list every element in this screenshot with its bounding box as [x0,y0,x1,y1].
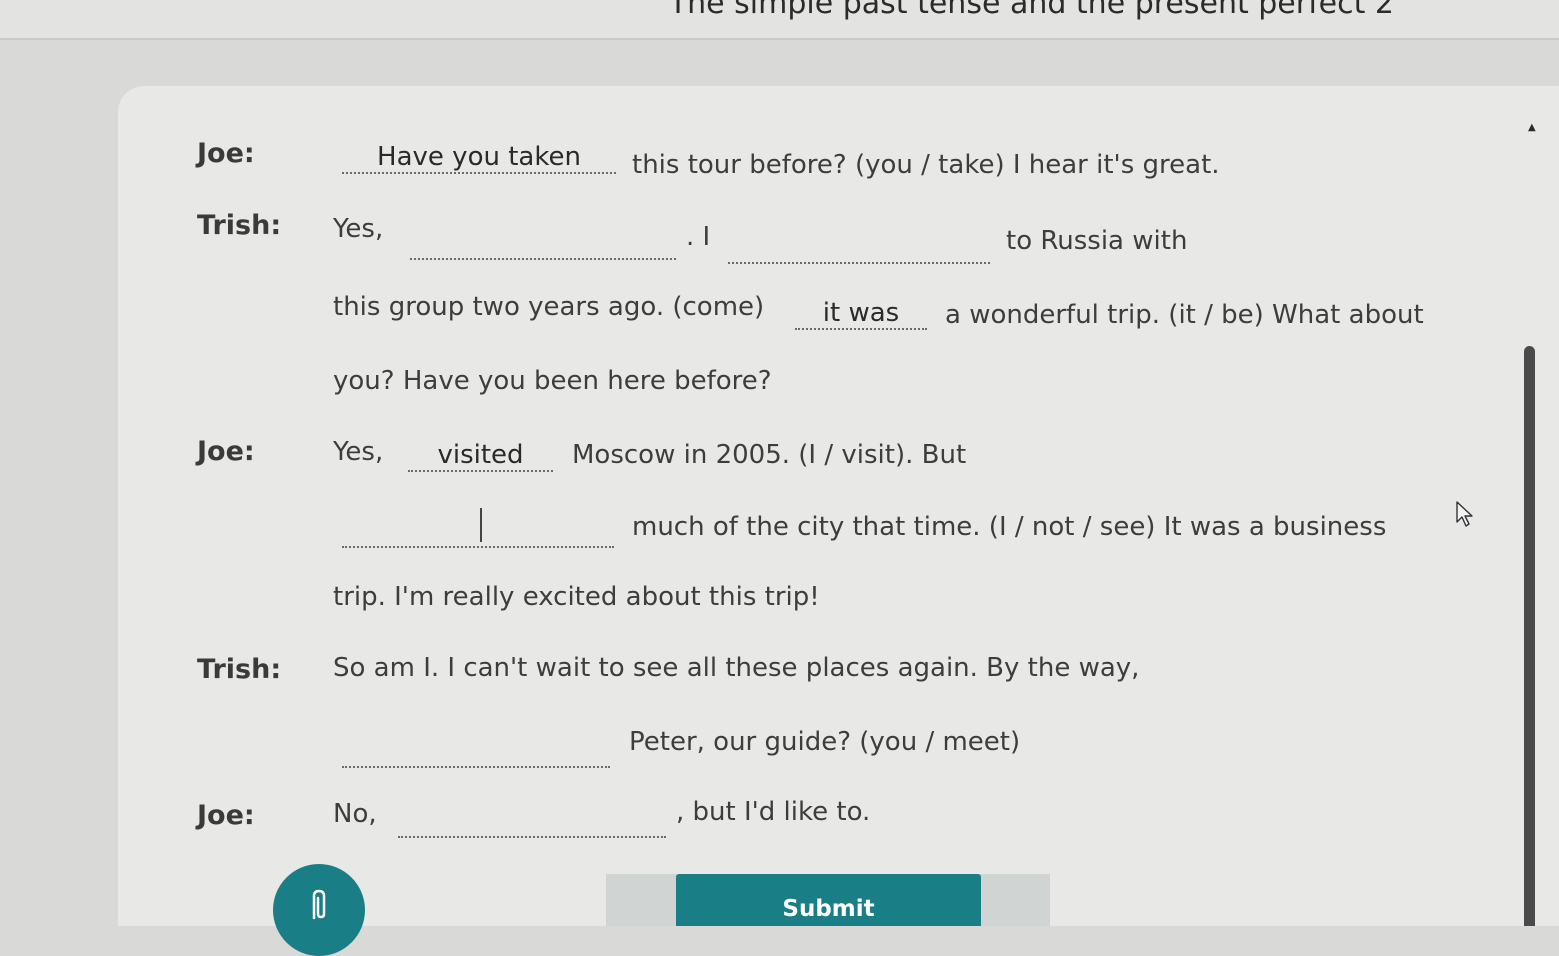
answer-input-2[interactable] [410,228,676,260]
exercise-text: Moscow in 2005. (I / visit). But [572,440,967,470]
window-header: The simple past tense and the present pe… [0,0,1559,40]
answer-input-3[interactable] [728,232,990,264]
answer-input-5[interactable]: visited [408,440,553,472]
speaker-label: Joe: [197,800,255,831]
page-title: The simple past tense and the present pe… [668,0,1394,21]
scrollbar-thumb[interactable] [1524,346,1535,926]
exercise-text: this group two years ago. (come) [333,292,765,322]
exercise-text: Yes, [333,437,384,467]
attach-button[interactable] [273,864,365,956]
exercise-text: to Russia with [1006,226,1188,256]
exercise-text: you? Have you been here before? [333,366,772,396]
exercise-text: , but I'd like to. [676,797,871,827]
text-caret [480,508,482,542]
answer-input-6[interactable] [342,516,614,548]
mouse-pointer-icon [1456,501,1473,527]
submit-button[interactable]: Submit [676,874,981,926]
answer-input-4[interactable]: it was [795,298,927,330]
speaker-label: Trish: [197,210,282,241]
exercise-text: much of the city that time. (I / not / s… [632,512,1387,542]
exercise-text: So am I. I can't wait to see all these p… [333,653,1140,683]
scroll-up-arrow-icon[interactable]: ▲ [1528,122,1536,133]
speaker-label: Joe: [197,138,255,169]
exercise-text: No, [333,799,377,829]
exercise-text: Yes, [333,214,384,244]
speaker-label: Joe: [197,436,255,467]
exercise-text: a wonderful trip. (it / be) What about [945,300,1424,330]
speaker-label: Trish: [197,654,282,685]
answer-input-1[interactable]: Have you taken [342,142,616,174]
answer-input-8[interactable] [398,806,666,838]
exercise-text: this tour before? (you / take) I hear it… [632,150,1220,180]
paperclip-icon [312,889,326,920]
answer-input-7[interactable] [342,736,610,768]
exercise-text: . I [686,222,711,252]
exercise-text: Peter, our guide? (you / meet) [629,727,1021,757]
exercise-text: trip. I'm really excited about this trip… [333,582,820,612]
